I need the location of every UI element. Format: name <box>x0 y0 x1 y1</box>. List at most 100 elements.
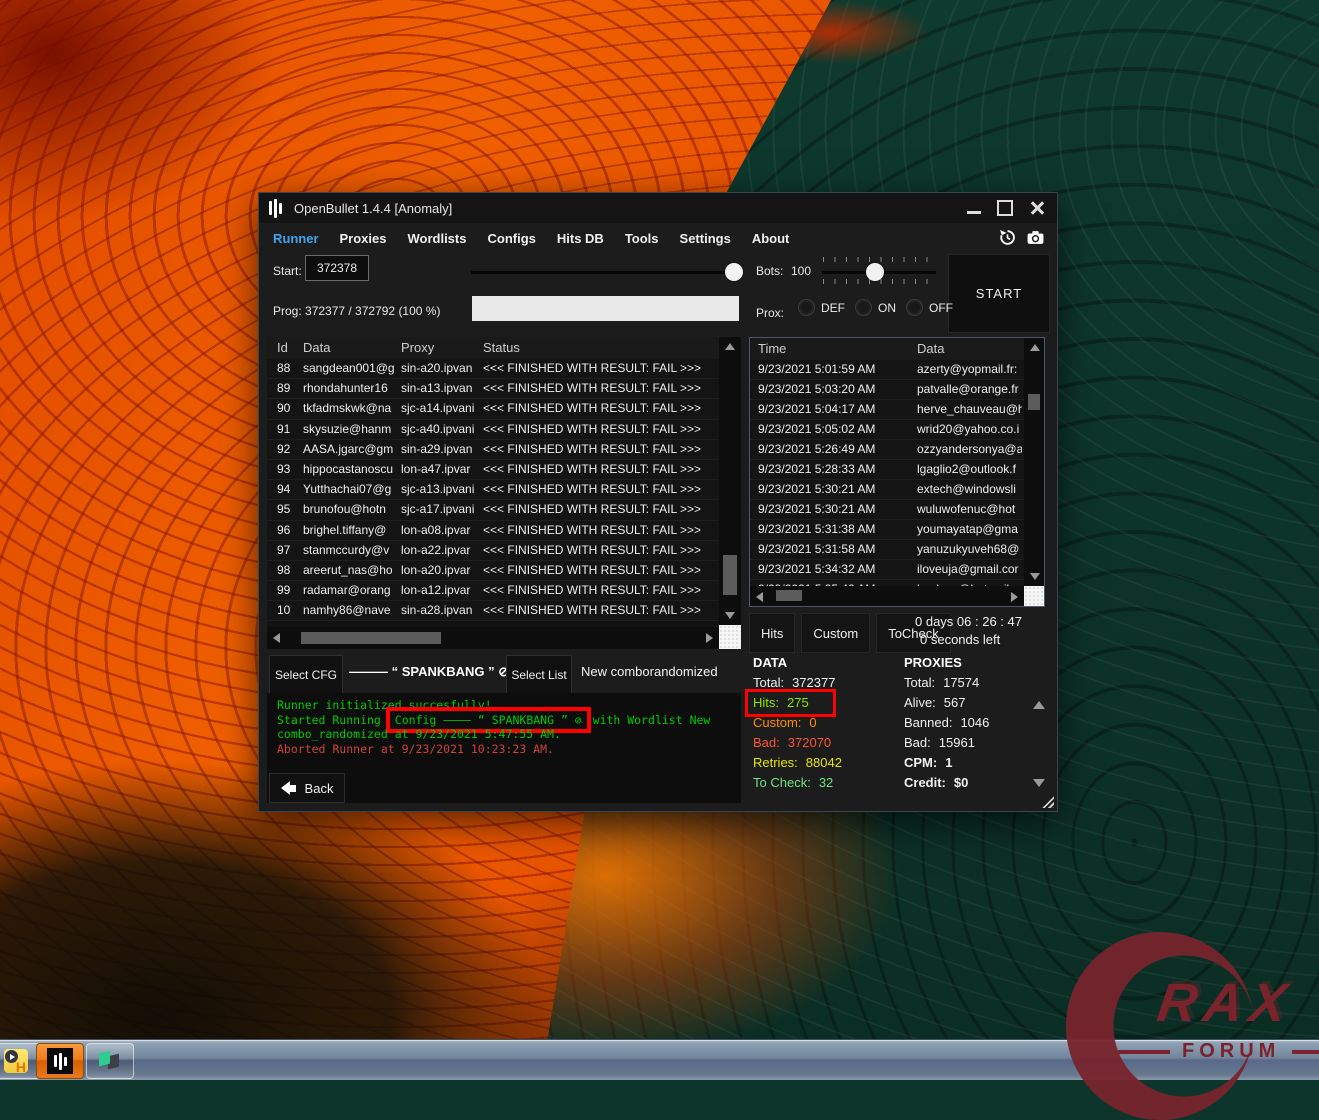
col-header-status[interactable]: Status <box>483 337 717 359</box>
scroll-up-icon[interactable] <box>1030 344 1040 351</box>
start-slider-thumb[interactable] <box>725 263 743 281</box>
col-header-id[interactable]: Id <box>277 337 301 359</box>
table-row[interactable]: 9/23/2021 5:01:59 AM azerty@yopmail.fr: <box>750 360 1024 380</box>
table-row[interactable]: 9/23/2021 5:30:21 AM extech@windowsli <box>750 480 1024 500</box>
table-row[interactable]: 9/23/2021 5:03:20 AM patvalle@orange.fr <box>750 380 1024 400</box>
taskbar-share-app-button[interactable] <box>86 1043 134 1079</box>
media-player-icon: H <box>4 1049 28 1073</box>
select-list-button[interactable]: Select List <box>506 655 572 694</box>
hits-horizontal-scrollbar[interactable] <box>750 586 1024 606</box>
scroll-left-icon[interactable] <box>756 592 763 602</box>
table-row[interactable]: 99 radamar@orang lon-a12.ipvar <<< FINIS… <box>267 581 719 601</box>
col-header-proxy[interactable]: Proxy <box>401 337 480 359</box>
scroll-right-icon[interactable] <box>1011 592 1018 602</box>
start-position-input[interactable] <box>305 255 369 281</box>
proxy-stats-header: PROXIES <box>904 653 989 673</box>
bots-label: Bots: <box>756 264 783 278</box>
stat-tocheck: To Check:32 <box>753 773 842 793</box>
proxy-mode-radio[interactable]: DEF <box>798 299 845 316</box>
scroll-down-icon[interactable] <box>725 612 735 619</box>
stat-bad: Bad:372070 <box>753 733 842 753</box>
proxy-stats: PROXIES Total:17574 Alive:567 Banned:104… <box>904 653 989 793</box>
taskbar-media-app-button[interactable]: H <box>0 1043 40 1079</box>
col-header-data[interactable]: Data <box>303 337 398 359</box>
menu-item[interactable]: Runner <box>273 231 319 246</box>
table-row[interactable]: 9/23/2021 5:34:32 AM iloveuja@gmail.cor <box>750 560 1024 580</box>
table-row[interactable]: 90 tkfadmskwk@na sjc-a14.ipvani <<< FINI… <box>267 399 719 419</box>
remaining-time: 0 seconds left <box>920 632 1000 647</box>
table-row[interactable]: 88 sangdean001@g sin-a20.ipvan <<< FINIS… <box>267 359 719 379</box>
table-row[interactable]: 94 Yutthachai07@g sjc-a13.ipvani <<< FIN… <box>267 480 719 500</box>
col-header-hitdata[interactable]: Data <box>917 338 1022 360</box>
menu-item[interactable]: Tools <box>625 231 659 246</box>
table-row[interactable]: 9/23/2021 5:28:33 AM lgaglio2@outlook.f <box>750 460 1024 480</box>
openbullet-logo-icon <box>269 199 282 218</box>
radio-circle-icon[interactable] <box>855 299 872 316</box>
hits-vertical-scrollbar[interactable] <box>1024 338 1044 586</box>
table-row[interactable]: 9/23/2021 5:04:17 AM herve_chauveau@h <box>750 400 1024 420</box>
radio-circle-icon[interactable] <box>906 299 923 316</box>
history-clock-icon[interactable] <box>998 228 1017 247</box>
table-row[interactable]: 98 areerut_nas@ho lon-a20.ipvar <<< FINI… <box>267 561 719 581</box>
col-header-time[interactable]: Time <box>758 338 913 360</box>
proxy-alive: Alive:567 <box>904 693 989 713</box>
select-cfg-button[interactable]: Select CFG <box>269 655 343 694</box>
bots-slider[interactable] <box>822 271 936 274</box>
table-row[interactable]: 92 AASA.jgarc@gm sin-a29.ipvan <<< FINIS… <box>267 440 719 460</box>
titlebar[interactable]: OpenBullet 1.4.4 [Anomaly] <box>259 193 1057 223</box>
scroll-left-icon[interactable] <box>273 633 280 643</box>
scroll-up-icon[interactable] <box>725 343 735 350</box>
scroll-right-icon[interactable] <box>706 633 713 643</box>
hits-vscroll-thumb[interactable] <box>1028 394 1040 410</box>
table-row[interactable]: 95 brunofou@hotn sjc-a17.ipvani <<< FINI… <box>267 500 719 520</box>
tab[interactable]: Custom <box>801 613 870 653</box>
proxy-mode-radio[interactable]: OFF <box>906 299 953 316</box>
menu-item[interactable]: Wordlists <box>407 231 466 246</box>
table-row[interactable]: 9/23/2021 5:26:49 AM ozzyandersonya@a <box>750 440 1024 460</box>
menu-item[interactable]: Proxies <box>340 231 387 246</box>
hits-table-header: Time Data <box>750 338 1024 360</box>
menu-item[interactable]: Configs <box>487 231 535 246</box>
results-horizontal-scrollbar[interactable] <box>267 627 719 649</box>
table-row[interactable]: 10 namhy86@nave sin-a28.ipvan <<< FINISH… <box>267 601 719 621</box>
scrollbar-corner <box>1024 586 1044 606</box>
log-scroll-up-icon[interactable] <box>1033 701 1045 709</box>
screenshot-camera-icon[interactable] <box>1026 228 1045 247</box>
menu-item[interactable]: Settings <box>680 231 731 246</box>
table-row[interactable]: 91 skysuzie@hanm sjc-a40.ipvani <<< FINI… <box>267 420 719 440</box>
table-row[interactable]: 89 rhondahunter16 sin-a13.ipvan <<< FINI… <box>267 379 719 399</box>
radio-circle-icon[interactable] <box>798 299 815 316</box>
minimize-button[interactable] <box>967 211 981 214</box>
scrollbar-corner <box>719 625 741 649</box>
scroll-down-icon[interactable] <box>1030 573 1040 580</box>
table-row[interactable]: 9/23/2021 5:05:02 AM wrid20@yahoo.co.i <box>750 420 1024 440</box>
hits-hscroll-thumb[interactable] <box>776 590 802 601</box>
table-row[interactable]: 93 hippocastanoscu lon-a47.ipvar <<< FIN… <box>267 460 719 480</box>
back-button[interactable]: Back <box>269 773 345 803</box>
start-slider[interactable] <box>471 271 737 274</box>
maximize-button[interactable] <box>997 200 1013 216</box>
menu-item[interactable]: About <box>752 231 790 246</box>
crax-brand-text: RAX <box>1154 972 1298 1034</box>
hits-table-rows: 9/23/2021 5:01:59 AM azerty@yopmail.fr: … <box>750 360 1024 586</box>
window-resize-grip[interactable] <box>1041 795 1054 808</box>
data-stats: DATA Total:372377 Hits:275 Custom:0 Bad:… <box>753 653 842 793</box>
proxy-mode-radio[interactable]: ON <box>855 299 896 316</box>
start-button[interactable]: START <box>948 254 1050 333</box>
log-line: Aborted Runner at 9/23/2021 10:23:23 AM. <box>277 742 741 757</box>
start-label: Start: <box>273 264 302 278</box>
menu-item[interactable]: Hits DB <box>557 231 604 246</box>
openbullet-window: OpenBullet 1.4.4 [Anomaly] Runner Proxie… <box>258 192 1058 812</box>
table-row[interactable]: 97 stanmccurdy@v lon-a22.ipvar <<< FINIS… <box>267 541 719 561</box>
results-hscroll-thumb[interactable] <box>301 632 441 644</box>
close-button[interactable] <box>1029 200 1045 216</box>
results-vertical-scrollbar[interactable] <box>719 337 741 625</box>
table-row[interactable]: 96 brighel.tiffany@ lon-a08.ipvar <<< FI… <box>267 521 719 541</box>
tab[interactable]: Hits <box>749 613 795 653</box>
taskbar-openbullet-button[interactable] <box>36 1043 84 1079</box>
table-row[interactable]: 9/23/2021 5:30:21 AM wuluwofenuc@hot <box>750 500 1024 520</box>
table-row[interactable]: 9/23/2021 5:31:58 AM yanuzukyuveh68@ <box>750 540 1024 560</box>
results-vscroll-thumb[interactable] <box>723 555 737 595</box>
table-row[interactable]: 9/23/2021 5:31:38 AM youmayatap@gma <box>750 520 1024 540</box>
log-scroll-down-icon[interactable] <box>1033 779 1045 787</box>
